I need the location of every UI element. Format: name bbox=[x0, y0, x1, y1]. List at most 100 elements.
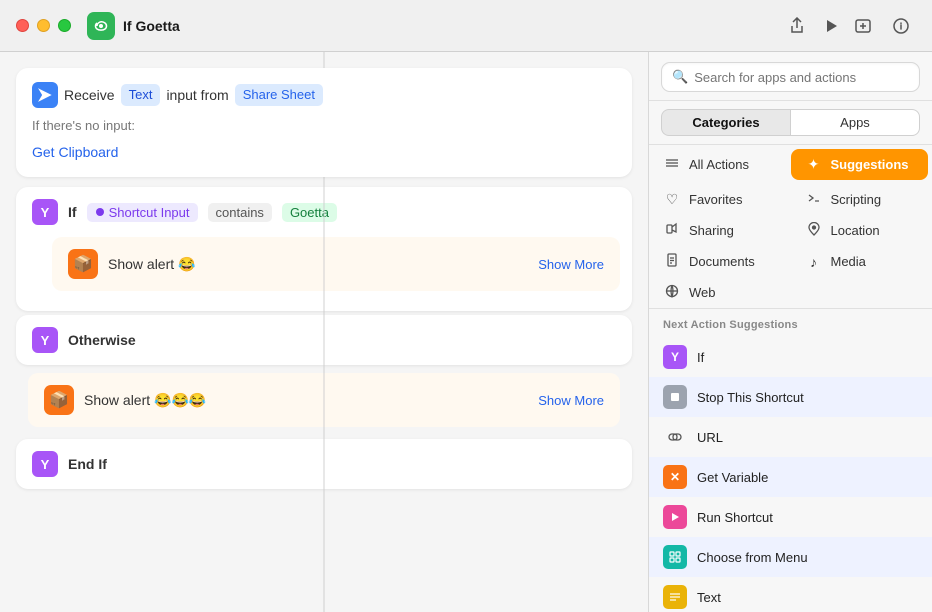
action-label-text: Text bbox=[697, 590, 721, 605]
otherwise-block: Y Otherwise bbox=[16, 315, 632, 365]
cat-sharing-label: Sharing bbox=[689, 223, 734, 238]
search-bar: 🔍 bbox=[649, 52, 932, 101]
close-button[interactable] bbox=[16, 19, 29, 32]
action-icon-run-shortcut bbox=[663, 505, 687, 529]
tab-categories[interactable]: Categories bbox=[661, 109, 790, 136]
action-item-if[interactable]: Y If bbox=[649, 337, 932, 377]
all-actions-icon bbox=[663, 156, 681, 173]
location-icon bbox=[805, 222, 823, 239]
cat-scripting[interactable]: Scripting bbox=[791, 184, 932, 215]
main-area: Receive Text input from Share Sheet If t… bbox=[0, 52, 932, 612]
cat-media[interactable]: ♪ Media bbox=[791, 246, 932, 277]
if-label: If bbox=[68, 204, 77, 220]
end-if-label: End If bbox=[68, 456, 107, 472]
action-icon-stop bbox=[663, 385, 687, 409]
get-clipboard-link[interactable]: Get Clipboard bbox=[32, 141, 616, 163]
action-item-choose-menu[interactable]: Choose from Menu bbox=[649, 537, 932, 577]
cat-suggestions[interactable]: ✦ Suggestions bbox=[791, 149, 929, 180]
action-item-stop[interactable]: Stop This Shortcut bbox=[649, 377, 932, 417]
sidebar-header-buttons bbox=[848, 11, 916, 41]
media-icon: ♪ bbox=[805, 254, 823, 270]
receive-block: Receive Text input from Share Sheet If t… bbox=[16, 68, 632, 177]
action-label-stop: Stop This Shortcut bbox=[697, 390, 804, 405]
action-item-url[interactable]: URL bbox=[649, 417, 932, 457]
if-header: Y If Shortcut Input contains Goetta bbox=[16, 187, 632, 237]
alert-icon-1: 📦 bbox=[68, 249, 98, 279]
search-input[interactable] bbox=[694, 70, 909, 85]
action-icon-choose-menu bbox=[663, 545, 687, 569]
scripting-icon bbox=[805, 191, 823, 208]
action-icon-get-variable: ✕ bbox=[663, 465, 687, 489]
alert-block-1: 📦 Show alert 😂 Show More bbox=[52, 237, 620, 291]
otherwise-label: Otherwise bbox=[68, 332, 136, 348]
search-input-wrapper: 🔍 bbox=[661, 62, 920, 92]
share-sheet-badge[interactable]: Share Sheet bbox=[235, 84, 323, 107]
cat-location[interactable]: Location bbox=[791, 215, 932, 246]
cat-all-actions[interactable]: All Actions bbox=[649, 145, 791, 184]
share-button[interactable] bbox=[788, 17, 806, 35]
cat-location-label: Location bbox=[831, 223, 880, 238]
action-item-get-variable[interactable]: ✕ Get Variable bbox=[649, 457, 932, 497]
workflow-panel: Receive Text input from Share Sheet If t… bbox=[0, 52, 648, 612]
action-label-choose-menu: Choose from Menu bbox=[697, 550, 808, 565]
documents-icon bbox=[663, 253, 681, 270]
action-label-url: URL bbox=[697, 430, 723, 445]
alert-icon-2: 📦 bbox=[44, 385, 74, 415]
no-input-label: If there's no input: bbox=[32, 116, 616, 137]
cat-web-label: Web bbox=[689, 285, 716, 300]
next-actions-section: Next Action Suggestions Y If Stop This S… bbox=[649, 309, 932, 612]
receive-icon bbox=[32, 82, 58, 108]
tab-apps[interactable]: Apps bbox=[790, 109, 920, 136]
cat-favorites[interactable]: ♡ Favorites bbox=[649, 184, 791, 215]
window-title: If Goetta bbox=[123, 18, 788, 34]
web-icon bbox=[663, 284, 681, 301]
maximize-button[interactable] bbox=[58, 19, 71, 32]
action-label-run-shortcut: Run Shortcut bbox=[697, 510, 773, 525]
action-label-if: If bbox=[697, 350, 704, 365]
title-actions bbox=[788, 17, 840, 35]
contains-badge[interactable]: contains bbox=[208, 203, 272, 222]
action-item-text[interactable]: Text bbox=[649, 577, 932, 612]
cat-sharing[interactable]: Sharing bbox=[649, 215, 791, 246]
show-more-2[interactable]: Show More bbox=[538, 393, 604, 408]
end-if-block: Y End If bbox=[16, 439, 632, 489]
action-label-get-variable: Get Variable bbox=[697, 470, 768, 485]
cat-all-actions-label: All Actions bbox=[689, 157, 749, 172]
traffic-lights bbox=[16, 19, 71, 32]
input-from-label: input from bbox=[166, 84, 228, 106]
minimize-button[interactable] bbox=[37, 19, 50, 32]
sidebar: 🔍 Categories Apps All Actions bbox=[648, 52, 932, 612]
play-button[interactable] bbox=[822, 17, 840, 35]
favorites-icon: ♡ bbox=[663, 191, 681, 208]
if-block: Y If Shortcut Input contains Goetta 📦 Sh… bbox=[16, 187, 632, 311]
cat-scripting-label: Scripting bbox=[831, 192, 882, 207]
otherwise-icon: Y bbox=[32, 327, 58, 353]
cat-media-label: Media bbox=[831, 254, 866, 269]
show-more-1[interactable]: Show More bbox=[538, 257, 604, 272]
tab-row: Categories Apps bbox=[649, 101, 932, 145]
title-bar: If Goetta bbox=[0, 0, 932, 52]
goetta-badge[interactable]: Goetta bbox=[282, 203, 337, 222]
alert-label-1: Show alert 😂 bbox=[108, 256, 528, 273]
app-icon bbox=[87, 12, 115, 40]
if-icon: Y bbox=[32, 199, 58, 225]
sharing-icon bbox=[663, 222, 681, 239]
next-actions-header: Next Action Suggestions bbox=[649, 309, 932, 337]
action-icon-text bbox=[663, 585, 687, 609]
action-item-run-shortcut[interactable]: Run Shortcut bbox=[649, 497, 932, 537]
cat-documents[interactable]: Documents bbox=[649, 246, 791, 277]
cat-suggestions-label: Suggestions bbox=[831, 157, 909, 172]
end-if-icon: Y bbox=[32, 451, 58, 477]
cat-favorites-label: Favorites bbox=[689, 192, 742, 207]
text-badge[interactable]: Text bbox=[121, 84, 161, 107]
receive-label: Receive bbox=[64, 84, 115, 106]
action-icon-url bbox=[663, 425, 687, 449]
info-button[interactable] bbox=[886, 11, 916, 41]
add-to-library-button[interactable] bbox=[848, 11, 878, 41]
search-icon: 🔍 bbox=[672, 69, 688, 85]
action-icon-if: Y bbox=[663, 345, 687, 369]
alert-block-2: 📦 Show alert 😂😂😂 Show More bbox=[28, 373, 620, 427]
cat-documents-label: Documents bbox=[689, 254, 755, 269]
shortcut-input-badge[interactable]: Shortcut Input bbox=[87, 203, 198, 222]
cat-web[interactable]: Web bbox=[649, 277, 791, 308]
